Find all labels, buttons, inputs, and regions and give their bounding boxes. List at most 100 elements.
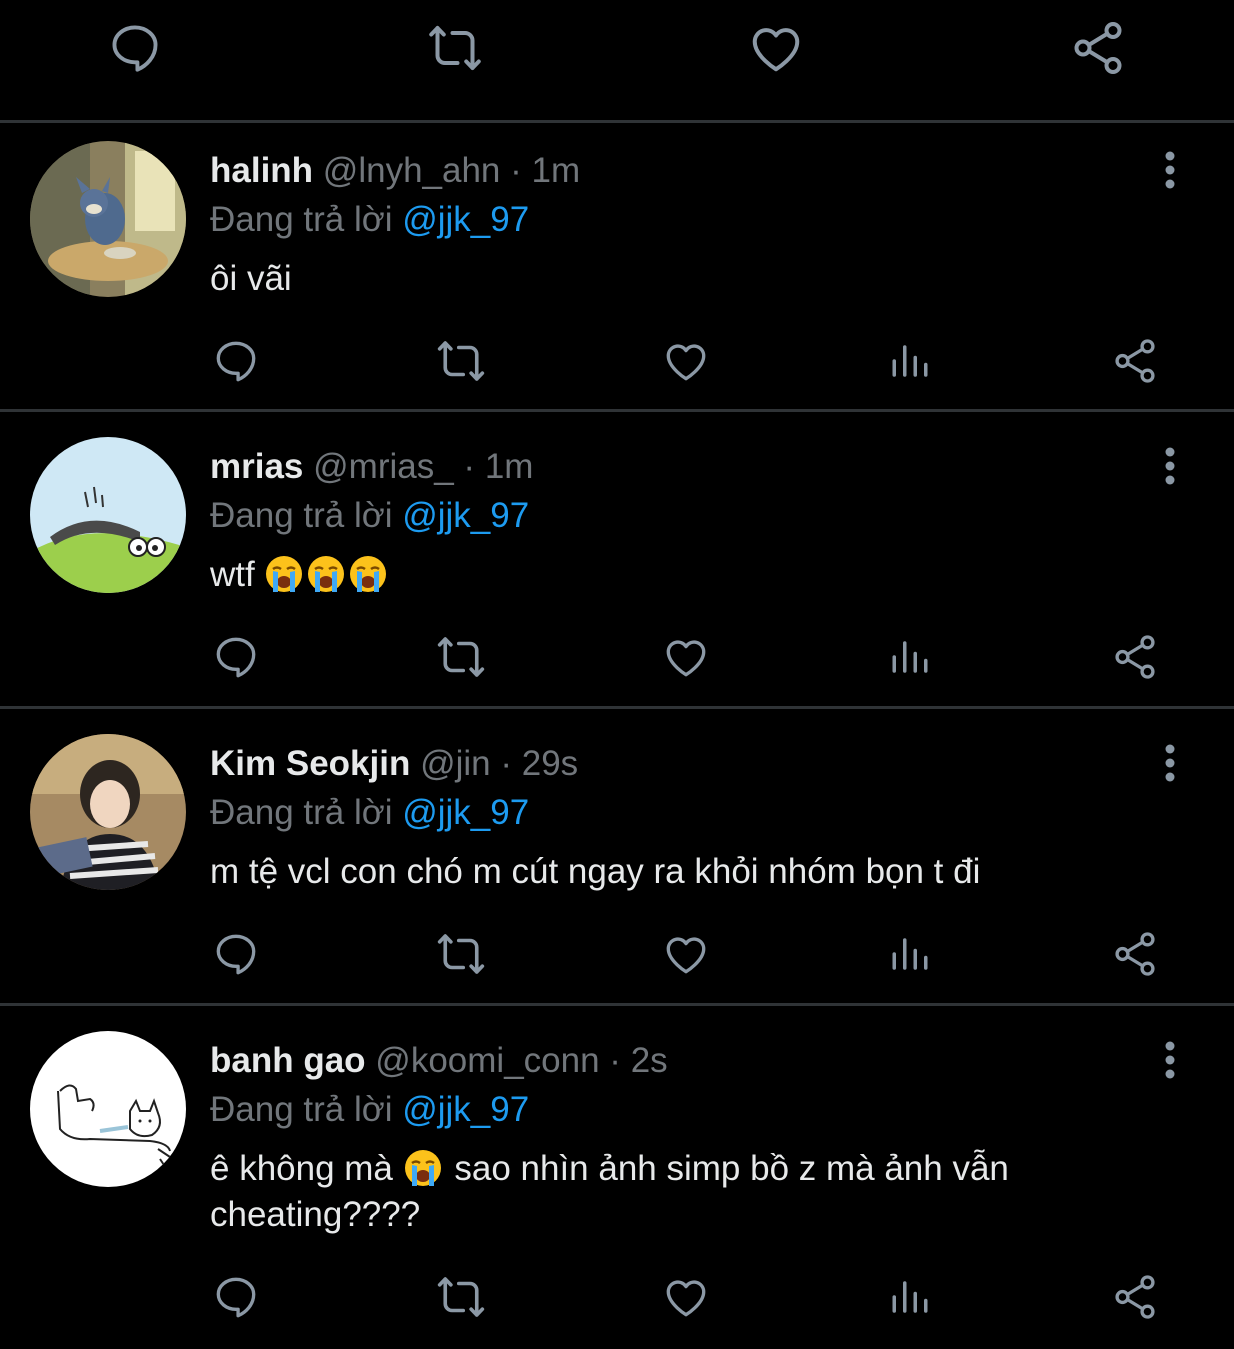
reply-tweet[interactable]: banh gao @koomi_conn · 2s Đang trả lời @… [0,1013,1234,1349]
reply-button[interactable] [208,926,264,982]
more-options-button[interactable] [1152,145,1188,195]
tweet-actions [0,333,1234,393]
replying-to-mention[interactable]: @jjk_97 [402,496,529,535]
tweet-text-content: wtf [210,555,255,594]
tweet-actions [0,926,1234,986]
display-name[interactable]: banh gao [210,1041,366,1080]
retweet-button[interactable] [425,18,485,78]
tweet-text: wtf [210,552,1160,598]
handle[interactable]: @jin [420,744,491,783]
reply-icon [216,341,256,382]
share-button[interactable] [1107,333,1163,389]
handle[interactable]: @koomi_conn [375,1041,599,1080]
timestamp[interactable]: 29s [522,744,578,783]
timestamp[interactable]: 1m [485,447,534,486]
reply-tweet[interactable]: Kim Seokjin @jin · 29s Đang trả lời @jjk… [0,716,1234,1010]
like-icon [752,28,800,72]
loudly-crying-emoji [403,1148,443,1188]
more-options-button[interactable] [1152,738,1188,788]
reply-button[interactable] [208,333,264,389]
divider [0,409,1234,412]
replying-to: Đang trả lời @jjk_97 [210,1088,529,1132]
display-name[interactable]: mrias [210,447,303,486]
more-vertical-icon [1165,447,1175,485]
retweet-icon [437,934,485,974]
reply-icon [216,1277,256,1318]
analytics-button[interactable] [882,333,938,389]
more-vertical-icon [1165,151,1175,189]
tweet-header: Kim Seokjin @jin · 29s [210,742,578,786]
replying-to-mention[interactable]: @jjk_97 [402,200,529,239]
reply-icon [112,25,158,72]
tweet-text: m tệ vcl con chó m cút ngay ra khỏi nhóm… [210,852,981,891]
tweet-header: banh gao @koomi_conn · 2s [210,1039,668,1083]
separator-dot: · [463,447,476,486]
replying-to-mention[interactable]: @jjk_97 [402,793,529,832]
like-button[interactable] [658,1269,714,1325]
retweet-button[interactable] [433,926,489,982]
like-icon [666,1280,706,1317]
reply-button[interactable] [208,629,264,685]
reply-tweet[interactable]: halinh @lnyh_ahn · 1m Đang trả lời @jjk_… [0,123,1234,417]
more-vertical-icon [1165,1041,1175,1079]
analytics-button[interactable] [882,926,938,982]
tweet-header: mrias @mrias_ · 1m [210,445,533,489]
separator-dot: · [510,151,522,190]
replying-to-label: Đang trả lời [210,1090,393,1129]
more-options-button[interactable] [1152,1035,1188,1085]
separator-dot: · [500,744,512,783]
replying-to-mention[interactable]: @jjk_97 [402,1090,529,1129]
avatar[interactable] [30,141,186,297]
replying-to-label: Đang trả lời [210,496,393,535]
analytics-icon [892,641,928,673]
like-button[interactable] [658,629,714,685]
replying-to: Đang trả lời @jjk_97 [210,494,529,538]
replying-to: Đang trả lời @jjk_97 [210,791,529,835]
analytics-icon [892,345,928,377]
analytics-button[interactable] [882,629,938,685]
retweet-icon [437,1277,485,1317]
replying-to-label: Đang trả lời [210,200,393,239]
like-button[interactable] [658,333,714,389]
reply-button[interactable] [208,1269,264,1325]
reply-tweet[interactable]: mrias @mrias_ · 1m Đang trả lời @jjk_97 … [0,419,1234,713]
like-icon [666,937,706,974]
reply-icon [216,637,256,678]
analytics-icon [892,1281,928,1313]
tweet-text: ôi vãi [210,259,292,298]
share-button[interactable] [1107,1269,1163,1325]
like-button[interactable] [658,926,714,982]
more-options-button[interactable] [1152,441,1188,491]
timestamp[interactable]: 2s [631,1041,668,1080]
avatar[interactable] [30,437,186,593]
avatar[interactable] [30,734,186,890]
retweet-button[interactable] [433,629,489,685]
retweet-button[interactable] [433,333,489,389]
retweet-button[interactable] [433,1269,489,1325]
tweet-header: halinh @lnyh_ahn · 1m [210,149,580,193]
divider [0,1003,1234,1006]
reply-button[interactable] [105,18,165,78]
retweet-icon [437,637,485,677]
like-icon [666,640,706,677]
retweet-icon [429,26,481,70]
display-name[interactable]: Kim Seokjin [210,744,410,783]
avatar[interactable] [30,1031,186,1187]
like-icon [666,344,706,381]
tweet-actions [0,1269,1234,1329]
top-action-bar [0,0,1234,120]
analytics-button[interactable] [882,1269,938,1325]
handle[interactable]: @lnyh_ahn [323,151,501,190]
tweet-text-before-emoji: ê không mà [210,1149,393,1188]
share-button[interactable] [1107,926,1163,982]
loudly-crying-emoji [348,554,388,594]
share-button[interactable] [1068,18,1128,78]
handle[interactable]: @mrias_ [313,447,454,486]
like-button[interactable] [746,18,806,78]
share-icon [1074,22,1122,74]
share-button[interactable] [1107,629,1163,685]
display-name[interactable]: halinh [210,151,313,190]
analytics-icon [892,938,928,970]
timestamp[interactable]: 1m [532,151,581,190]
separator-dot: · [609,1041,621,1080]
